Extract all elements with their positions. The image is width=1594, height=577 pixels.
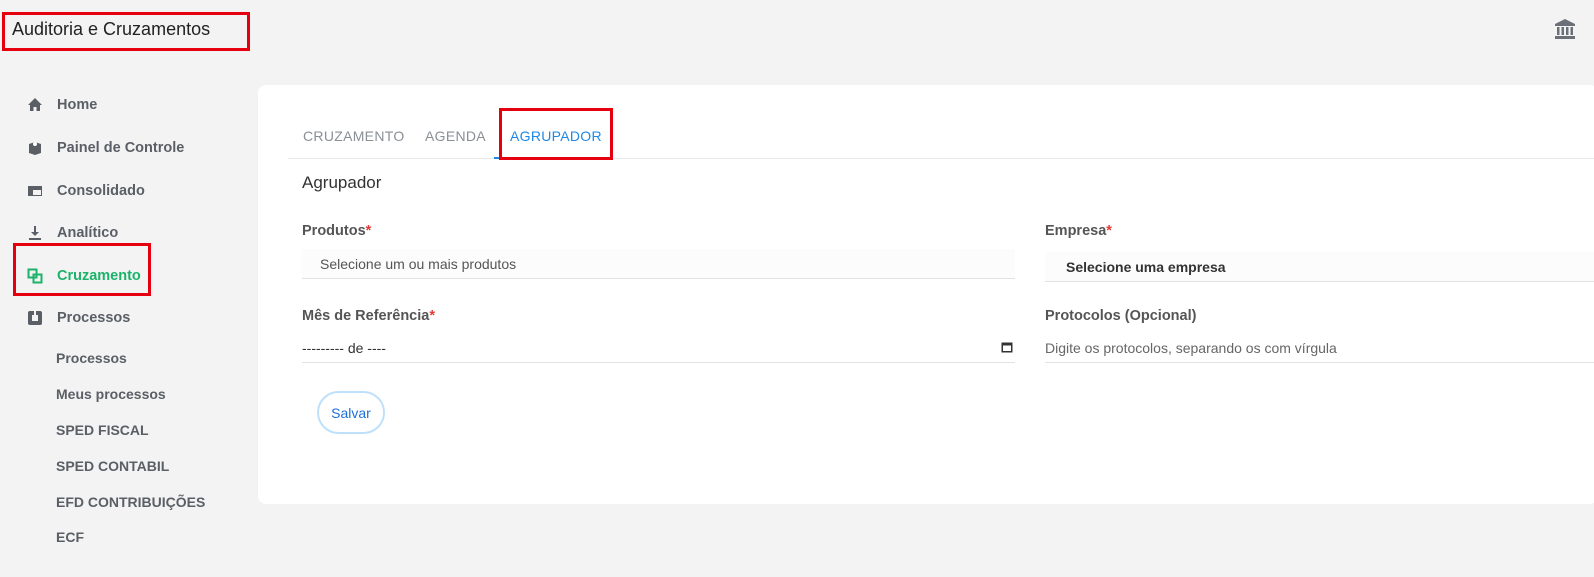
sidebar-item-label: Home bbox=[57, 97, 98, 113]
tab-agenda[interactable]: AGENDA bbox=[425, 128, 486, 144]
mes-referencia-value: --------- de ---- bbox=[302, 339, 386, 356]
sidebar-item-home[interactable]: Home bbox=[26, 93, 97, 117]
sidebar-item-label: Consolidado bbox=[57, 183, 145, 199]
sidebar-subitem-efd-contribuicoes[interactable]: EFD CONTRIBUIÇÕES bbox=[56, 494, 205, 510]
empresa-select[interactable]: Selecione uma empresa bbox=[1045, 252, 1594, 282]
sidebar-subitem-meus-processos[interactable]: Meus processos bbox=[56, 386, 166, 402]
download-icon bbox=[26, 224, 44, 242]
produtos-label: Produtos* bbox=[302, 223, 372, 239]
book-icon bbox=[26, 139, 44, 157]
sidebar-item-analitico[interactable]: Analítico bbox=[26, 221, 118, 245]
produtos-placeholder: Selecione um ou mais produtos bbox=[320, 255, 517, 272]
sidebar-subitem-sped-contabil[interactable]: SPED CONTABIL bbox=[56, 458, 169, 474]
mes-referencia-input[interactable]: --------- de ---- bbox=[302, 333, 1015, 363]
sidebar-item-label: Processos bbox=[57, 310, 131, 326]
tab-highlight-box bbox=[499, 108, 613, 160]
empresa-label: Empresa* bbox=[1045, 223, 1112, 239]
save-button[interactable]: Salvar bbox=[317, 391, 385, 434]
process-icon bbox=[26, 309, 44, 327]
empresa-value: Selecione uma empresa bbox=[1066, 258, 1226, 275]
protocolos-placeholder: Digite os protocolos, separando os com v… bbox=[1045, 339, 1337, 356]
tab-cruzamento[interactable]: CRUZAMENTO bbox=[303, 128, 405, 144]
sidebar-item-label: Painel de Controle bbox=[57, 140, 185, 156]
protocolos-label: Protocolos (Opcional) bbox=[1045, 308, 1197, 324]
layout-icon bbox=[26, 182, 44, 200]
protocolos-input[interactable]: Digite os protocolos, separando os com v… bbox=[1045, 333, 1594, 363]
produtos-select[interactable]: Selecione um ou mais produtos bbox=[302, 249, 1015, 279]
cruzamento-highlight-box bbox=[13, 243, 151, 296]
sidebar-subitem-sped-fiscal[interactable]: SPED FISCAL bbox=[56, 422, 149, 438]
main-card bbox=[258, 85, 1594, 504]
sidebar-subitem-processos[interactable]: Processos bbox=[56, 350, 127, 366]
bank-icon[interactable] bbox=[1554, 18, 1576, 40]
calendar-icon[interactable] bbox=[1001, 341, 1013, 353]
sidebar-item-painel[interactable]: Painel de Controle bbox=[26, 136, 184, 160]
sidebar-item-consolidado[interactable]: Consolidado bbox=[26, 179, 145, 203]
sidebar-item-processos[interactable]: Processos bbox=[26, 306, 130, 330]
app-title: Auditoria e Cruzamentos bbox=[12, 19, 211, 39]
sidebar-item-label: Analítico bbox=[57, 225, 119, 241]
form-title: Agrupador bbox=[302, 173, 382, 192]
mes-referencia-label: Mês de Referência* bbox=[302, 308, 435, 324]
tabs-divider bbox=[288, 158, 1594, 159]
sidebar-subitem-ecf[interactable]: ECF bbox=[56, 529, 84, 545]
home-icon bbox=[26, 96, 44, 114]
